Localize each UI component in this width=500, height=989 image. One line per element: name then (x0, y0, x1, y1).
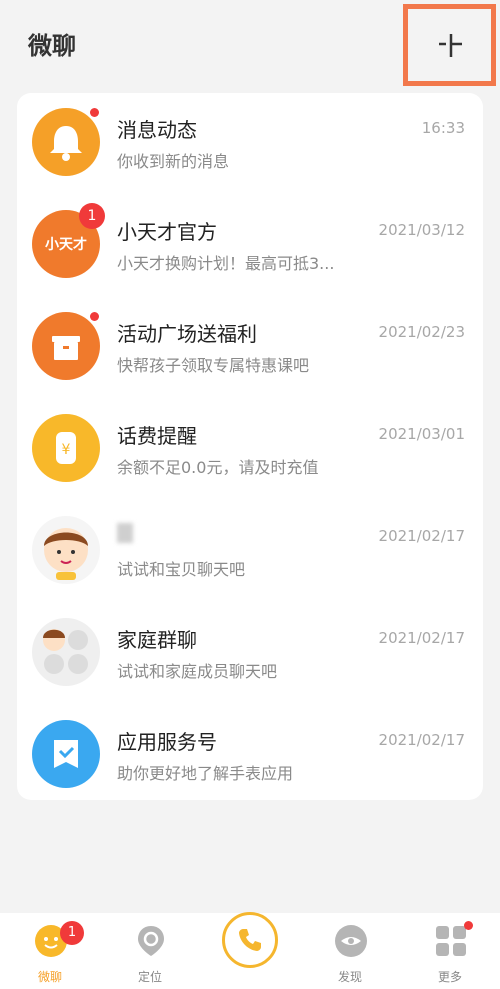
plus-icon (438, 34, 462, 57)
add-button[interactable] (403, 4, 496, 86)
message-time: 2021/02/17 (378, 731, 465, 749)
message-row-family-group[interactable]: 家庭群聊 试试和家庭成员聊天吧 2021/02/17 (17, 603, 483, 705)
location-icon (138, 926, 164, 956)
message-preview: 试试和宝贝聊天吧 (117, 560, 246, 579)
message-preview: 快帮孩子领取专属特惠课吧 (117, 356, 310, 375)
call-button[interactable] (222, 912, 278, 968)
blurred-name (117, 523, 133, 543)
message-title: 活动广场送福利 (117, 322, 257, 346)
phone-icon (239, 929, 261, 951)
bell-icon (32, 108, 100, 176)
tab-discover[interactable]: 发现 (300, 913, 400, 989)
message-row-notifications[interactable]: 消息动态 你收到新的消息 16:33 (17, 93, 483, 195)
message-time: 2021/03/12 (378, 221, 465, 239)
unread-count-badge: 1 (79, 203, 105, 229)
message-time: 2021/02/17 (378, 527, 465, 545)
tab-label: 发现 (337, 970, 362, 984)
tab-label: 更多 (437, 970, 462, 984)
message-preview: 余额不足0.0元，请及时充值 (117, 458, 319, 477)
message-title: 小天才官方 (117, 220, 217, 244)
message-title: 话费提醒 (117, 424, 197, 448)
message-preview: 助你更好地了解手表应用 (117, 764, 294, 783)
tab-location[interactable]: 定位 (100, 913, 200, 989)
more-grid-icon (436, 926, 466, 956)
yuan-icon: ¥ (32, 414, 100, 482)
unread-dot (90, 108, 99, 117)
service-icon (32, 720, 100, 788)
message-title: 应用服务号 (117, 730, 217, 754)
message-row-official[interactable]: 小天才 1 小天才官方 小天才换购计划！最高可抵3... 2021/03/12 (17, 195, 483, 297)
tab-chat[interactable]: 1 微聊 (0, 913, 100, 989)
message-list: 消息动态 你收到新的消息 16:33 小天才 1 小天才官方 小天才换购计划！最… (17, 93, 483, 800)
logo-text: 小天才 (45, 237, 87, 253)
message-time: 16:33 (421, 119, 465, 137)
message-preview: 小天才换购计划！最高可抵3... (117, 254, 335, 273)
message-row-child[interactable]: 试试和宝贝聊天吧 2021/02/17 (17, 501, 483, 603)
tab-label: 微聊 (37, 970, 62, 984)
unread-dot (90, 312, 99, 321)
header: 微聊 (0, 0, 500, 90)
message-preview: 你收到新的消息 (117, 152, 230, 171)
unread-count-badge: 1 (60, 921, 84, 945)
message-row-service[interactable]: 应用服务号 助你更好地了解手表应用 2021/02/17 (17, 705, 483, 807)
gift-icon (32, 312, 100, 380)
page-title: 微聊 (28, 32, 76, 60)
message-time: 2021/02/17 (378, 629, 465, 647)
child-avatar (32, 516, 100, 584)
svg-text:¥: ¥ (62, 442, 71, 458)
message-title: 家庭群聊 (117, 628, 197, 652)
discover-eye-icon (335, 925, 367, 957)
message-row-billing[interactable]: ¥ 话费提醒 余额不足0.0元，请及时充值 2021/03/01 (17, 399, 483, 501)
tab-more[interactable]: 更多 (400, 913, 500, 989)
group-avatar (32, 618, 100, 686)
unread-dot (464, 921, 473, 930)
tab-label: 定位 (137, 970, 162, 984)
message-time: 2021/03/01 (378, 425, 465, 443)
message-row-activity[interactable]: 活动广场送福利 快帮孩子领取专属特惠课吧 2021/02/23 (17, 297, 483, 399)
message-title: 消息动态 (117, 118, 197, 142)
message-time: 2021/02/23 (378, 323, 465, 341)
message-preview: 试试和家庭成员聊天吧 (117, 662, 278, 681)
